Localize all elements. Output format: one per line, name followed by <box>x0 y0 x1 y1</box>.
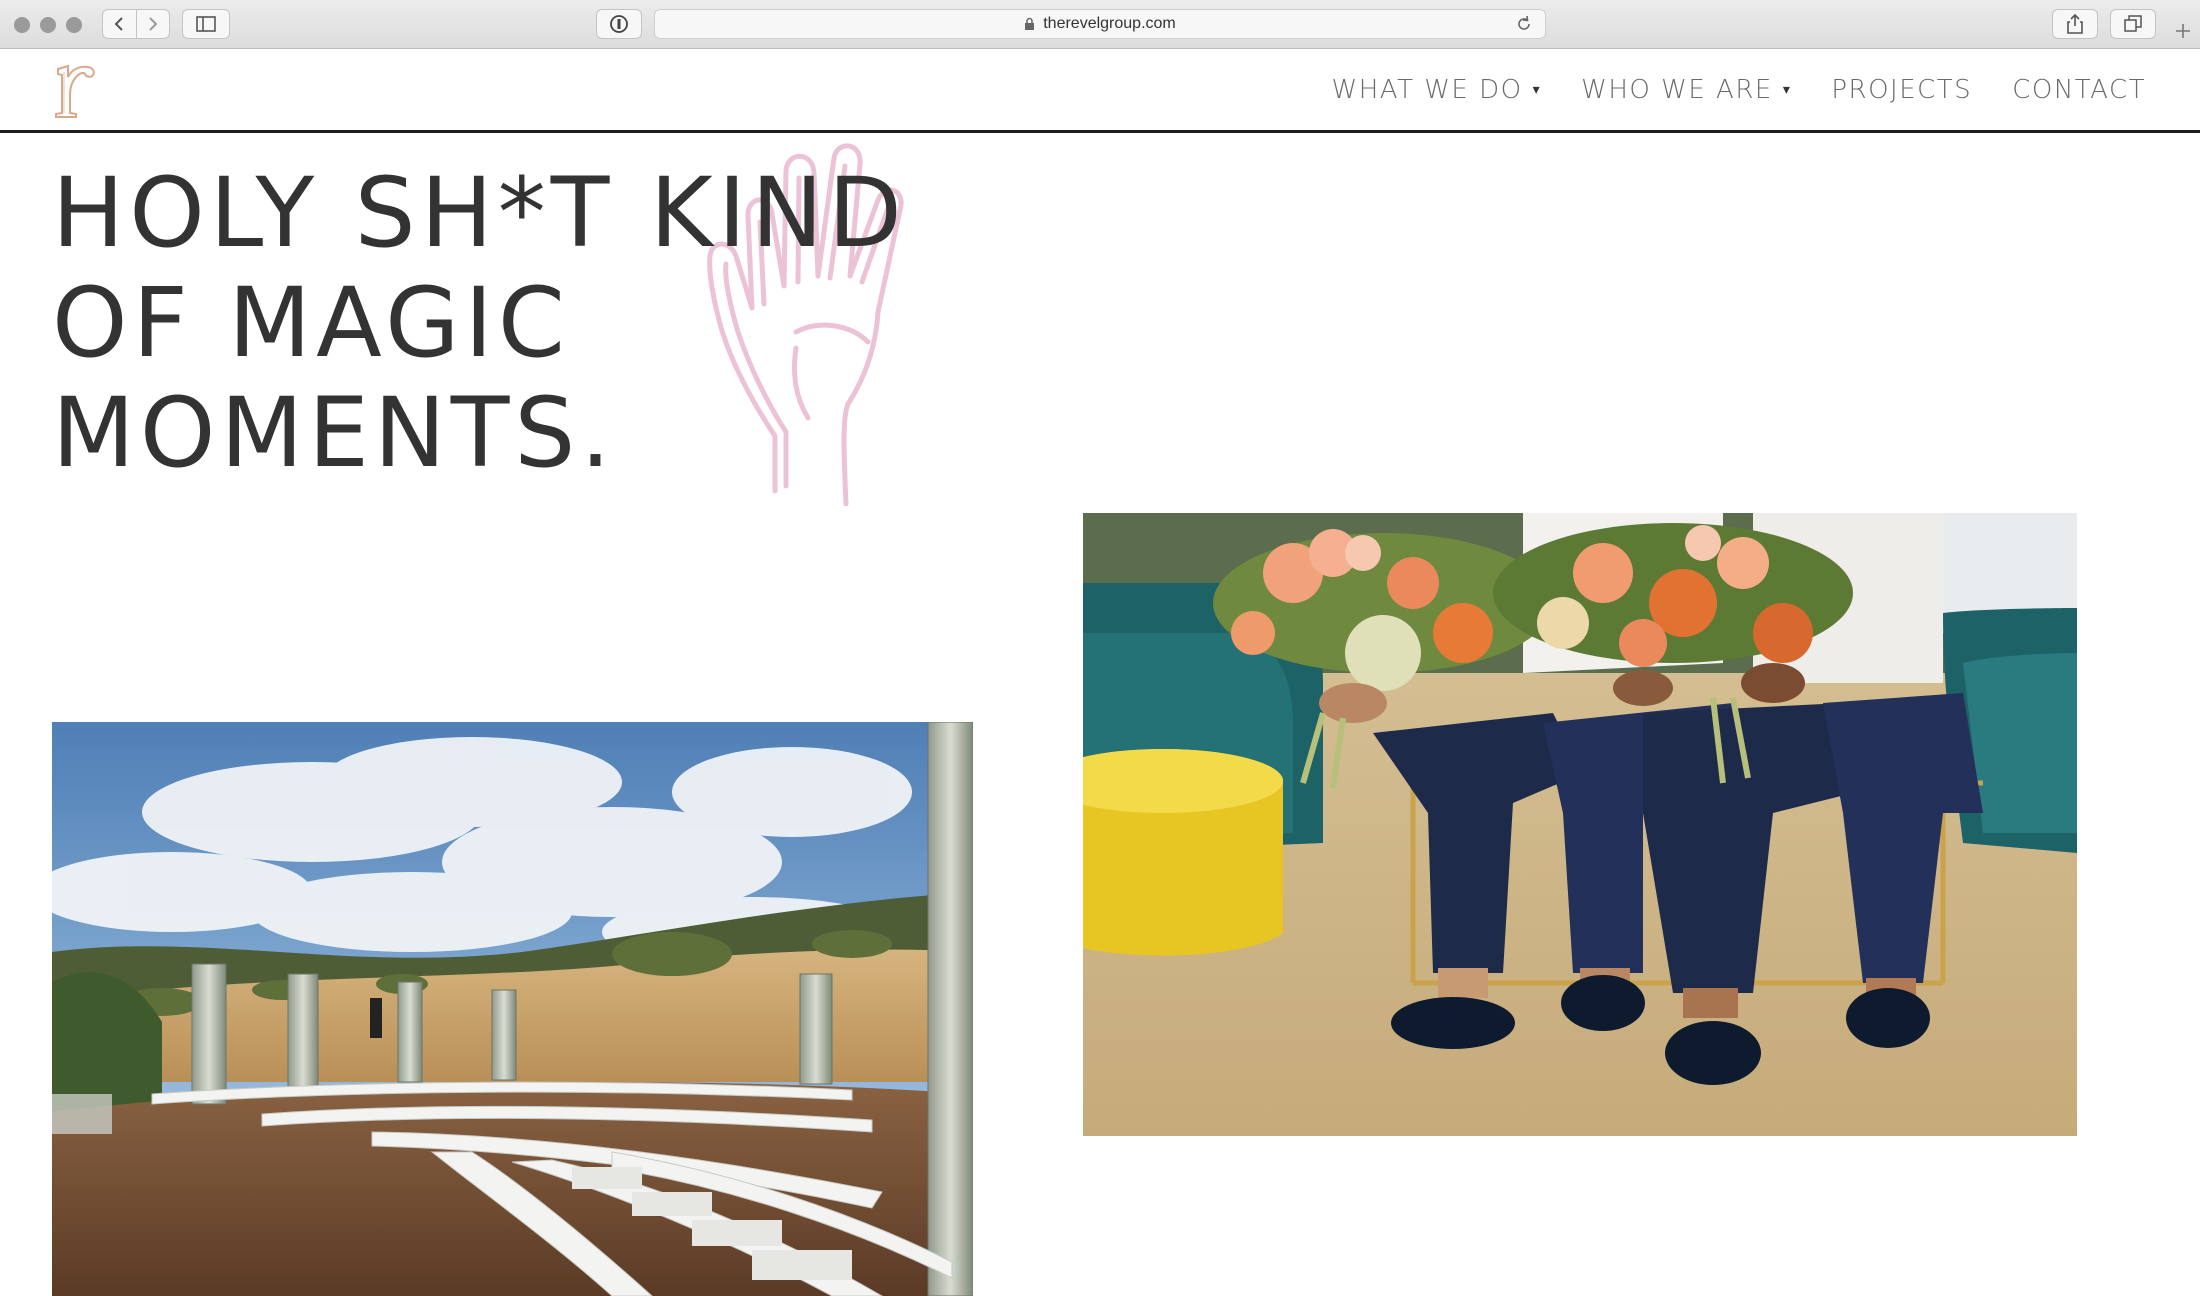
new-tab-button[interactable] <box>2166 14 2200 48</box>
url-text: therevelgroup.com <box>1043 15 1176 32</box>
nav-who-we-are[interactable]: WHO WE ARE ▾ <box>1581 75 1791 105</box>
lock-icon <box>1025 17 1035 30</box>
show-tabs-button[interactable] <box>2110 9 2156 39</box>
caret-down-icon: ▾ <box>1782 82 1792 98</box>
sidebar-icon <box>196 16 216 32</box>
nav-projects[interactable]: PROJECTS <box>1831 75 1972 105</box>
ceremony-photo[interactable] <box>52 722 973 1296</box>
chevron-left-icon <box>114 17 123 31</box>
nav-label: PROJECTS <box>1831 75 1973 105</box>
headline-line-3: MOMENTS. <box>52 377 616 489</box>
grooms-image <box>1083 513 2077 1136</box>
minimize-window-button[interactable] <box>40 17 56 33</box>
sidebar-toggle-button[interactable] <box>182 9 230 39</box>
nav-label: CONTACT <box>2012 75 2146 105</box>
back-button[interactable] <box>103 10 136 38</box>
hero-headline: HOLY SH*T KIND OF MAGIC MOMENTS. <box>52 158 907 488</box>
nav-label: WHO WE ARE <box>1581 75 1773 105</box>
zoom-window-button[interactable] <box>66 17 82 33</box>
site-header: WHAT WE DO ▾ WHO WE ARE ▾ PROJECTS CONTA… <box>0 49 2200 133</box>
browser-toolbar: therevelgroup.com <box>0 0 2200 49</box>
history-nav <box>102 9 170 39</box>
nav-what-we-do[interactable]: WHAT WE DO ▾ <box>1332 75 1542 105</box>
address-bar[interactable]: therevelgroup.com <box>654 9 1546 39</box>
main-nav: WHAT WE DO ▾ WHO WE ARE ▾ PROJECTS CONTA… <box>1332 75 2146 105</box>
caret-down-icon: ▾ <box>1532 82 1542 98</box>
close-window-button[interactable] <box>14 17 30 33</box>
reload-icon <box>1518 15 1530 30</box>
forward-button[interactable] <box>135 10 170 38</box>
site-logo[interactable] <box>50 55 102 121</box>
headline-line-1: HOLY SH*T KIND <box>52 157 907 269</box>
plus-icon <box>2176 24 2190 38</box>
password-key-icon <box>610 15 628 33</box>
password-manager-button[interactable] <box>596 9 642 39</box>
revel-logo-icon <box>55 64 95 118</box>
ceremony-image <box>52 722 973 1296</box>
headline-line-2: OF MAGIC <box>52 267 570 379</box>
nav-contact[interactable]: CONTACT <box>2012 75 2146 105</box>
tabs-overview-icon <box>2124 15 2142 32</box>
reload-button[interactable] <box>1515 15 1533 38</box>
share-icon <box>2067 14 2083 34</box>
nav-label: WHAT WE DO <box>1331 75 1523 105</box>
grooms-bouquet-photo[interactable] <box>1083 513 2077 1136</box>
share-button[interactable] <box>2052 9 2098 39</box>
chevron-right-icon <box>149 17 158 31</box>
